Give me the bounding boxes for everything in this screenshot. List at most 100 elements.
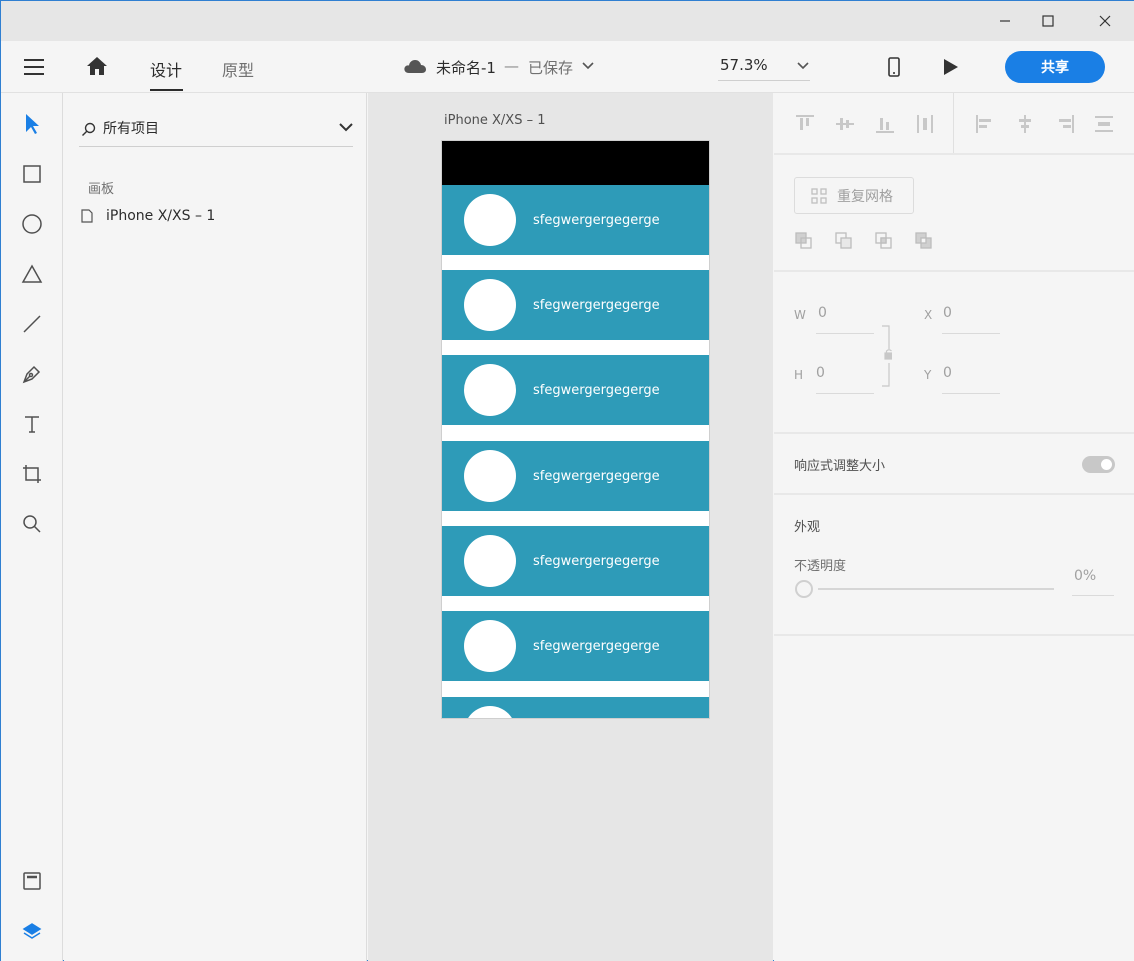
align-top-icon[interactable] [794,113,816,135]
avatar-circle [464,535,516,587]
height-field-underline [816,393,874,394]
avatar-circle [464,279,516,331]
rectangle-tool-icon[interactable] [17,159,47,189]
list-card[interactable]: sfegwergergegerge [442,526,709,596]
card-label: sfegwergergegerge [533,469,660,484]
design-canvas[interactable]: iPhone X/XS – 1 sfegwergergegerge sfegwe… [368,93,773,961]
opacity-label: 不透明度 [794,559,847,574]
list-card[interactable]: sfegwergergegerge [442,355,709,425]
pen-tool-icon[interactable] [17,359,47,389]
layers-panel: 所有项目 画板 iPhone X/XS – 1 [64,93,367,961]
list-card[interactable]: sfegwergergegerge [442,441,709,511]
opacity-slider-track[interactable] [818,588,1054,590]
align-left-icon[interactable] [974,113,996,135]
active-tab-indicator [150,89,183,91]
toolbar-divider [953,93,954,153]
section-divider [774,634,1134,636]
hamburger-menu-icon[interactable] [21,54,47,80]
artboard-header-bar[interactable] [442,141,709,185]
list-card-partial[interactable] [442,697,709,718]
artboard[interactable]: sfegwergergegerge sfegwergergegerge sfeg… [441,140,710,719]
align-bottom-icon[interactable] [874,113,896,135]
document-name[interactable]: 未命名-1 [436,57,496,78]
align-middle-icon[interactable] [834,113,856,135]
align-center-icon[interactable] [1014,113,1036,135]
repeat-grid-button[interactable]: 重复网格 [794,177,914,214]
layers-panel-icon[interactable] [17,916,47,946]
y-field[interactable]: 0 [943,365,952,381]
artboard-page-icon [79,208,95,224]
play-preview-icon[interactable] [939,55,963,79]
avatar-circle [464,620,516,672]
align-right-icon[interactable] [1054,113,1076,135]
responsive-resize-toggle[interactable] [1082,456,1115,473]
polygon-tool-icon[interactable] [17,259,47,289]
layers-filter-dropdown[interactable]: 所有项目 [103,118,159,138]
width-field-underline [816,333,874,334]
subtract-boolean-icon[interactable] [794,231,814,251]
repeat-grid-label: 重复网格 [837,188,893,205]
app-header: 设计 原型 未命名-1 — 已保存 57.3% 共享 [1,41,1134,93]
ellipse-tool-icon[interactable] [17,209,47,239]
add-boolean-icon[interactable] [834,231,854,251]
exclude-boolean-icon[interactable] [914,231,934,251]
search-icon [79,120,97,138]
height-field[interactable]: 0 [816,365,825,381]
document-save-status: 已保存 [528,59,574,77]
avatar-circle [464,364,516,416]
text-tool-icon[interactable] [17,409,47,439]
title-bar [1,1,1134,41]
list-card[interactable]: sfegwergergegerge [442,270,709,340]
card-label: sfegwergergegerge [533,298,660,313]
tab-design[interactable]: 设计 [150,57,182,81]
distribute-vertical-icon[interactable] [1093,113,1115,135]
y-label: Y [924,368,932,382]
card-label: sfegwergergegerge [533,213,660,228]
card-label: sfegwergergegerge [533,639,660,654]
share-button[interactable]: 共享 [1005,51,1105,83]
maximize-button[interactable] [1025,1,1071,41]
appearance-section-title: 外观 [794,520,821,535]
x-field[interactable]: 0 [943,305,952,321]
y-field-underline [942,393,1000,394]
assets-panel-icon[interactable] [17,866,47,896]
width-field[interactable]: 0 [818,305,827,321]
artboard-list-item[interactable]: iPhone X/XS – 1 [106,208,215,224]
height-label: H [794,368,804,382]
artboard-tool-icon[interactable] [17,459,47,489]
minimize-button[interactable] [982,1,1028,41]
document-separator: — [504,57,519,75]
section-divider [774,493,1134,495]
device-preview-icon[interactable] [883,55,905,79]
lock-aspect-icon[interactable] [878,324,894,388]
cloud-icon [403,57,427,75]
chevron-down-icon[interactable] [580,58,596,74]
section-divider [774,270,1134,272]
section-divider [774,153,1134,155]
zoom-dropdown-chevron-icon[interactable] [795,58,811,74]
list-card[interactable]: sfegwergergegerge [442,611,709,681]
card-label: sfegwergergegerge [533,554,660,569]
intersect-boolean-icon[interactable] [874,231,894,251]
opacity-field[interactable]: 0% [1074,568,1096,584]
zoom-tool-search-icon[interactable] [17,509,47,539]
zoom-underline [718,80,810,81]
opacity-slider-handle[interactable] [795,580,813,598]
line-tool-icon[interactable] [17,309,47,339]
tools-toolbar [1,93,63,961]
x-label: X [924,308,933,322]
x-field-underline [942,333,1000,334]
responsive-resize-label: 响应式调整大小 [794,459,886,474]
artboard-title[interactable]: iPhone X/XS – 1 [444,113,546,128]
opacity-field-underline [1072,595,1114,596]
tab-prototype[interactable]: 原型 [222,57,254,81]
select-tool-arrow-icon[interactable] [17,109,47,139]
filter-chevron-down-icon[interactable] [336,118,356,136]
home-icon[interactable] [85,54,109,78]
close-button[interactable] [1082,1,1128,41]
distribute-horizontal-icon[interactable] [914,113,936,135]
avatar-circle [464,194,516,246]
list-card[interactable]: sfegwergergegerge [442,185,709,255]
zoom-level[interactable]: 57.3% [720,56,768,74]
avatar-circle [464,706,516,718]
